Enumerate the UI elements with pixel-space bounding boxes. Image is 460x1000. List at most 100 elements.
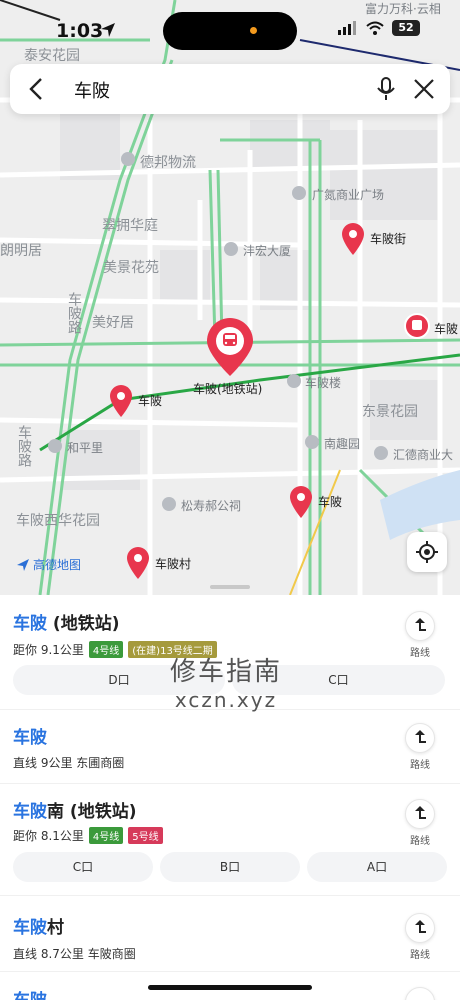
back-arrow-icon[interactable]: [24, 76, 50, 102]
route-label: 路线: [410, 836, 430, 847]
result-title[interactable]: 车陂 (地铁站): [13, 609, 119, 634]
route-button[interactable]: [402, 987, 438, 1000]
route-button[interactable]: 路线: [402, 723, 438, 771]
map-pin-icon[interactable]: [125, 546, 151, 580]
result-title-highlight: 车陂: [13, 802, 47, 822]
pin-label: 车陂: [434, 322, 459, 336]
close-icon[interactable]: [412, 76, 436, 102]
exit-button[interactable]: A口: [307, 852, 447, 882]
line-badge: 4号线: [88, 641, 124, 658]
search-query[interactable]: 车陂: [74, 77, 110, 103]
result-item[interactable]: 车陂南 (地铁站) 距你 8.1公里 4号线 5号线 C口 B口 A口 路线: [0, 783, 460, 896]
map-label: 松寿郝公祠: [181, 499, 242, 513]
result-title-highlight: 车陂: [13, 991, 47, 1000]
exit-row: C口 B口 A口: [13, 852, 447, 882]
map-pin-icon[interactable]: [340, 222, 366, 256]
result-meta: 距你 8.1公里 4号线 5号线: [13, 827, 163, 844]
result-meta: 直线 9公里 东圃商圈: [13, 754, 124, 771]
watermark-line1: 修车指南: [170, 657, 283, 687]
pin-label: 车陂(地铁站): [193, 382, 263, 396]
poi-icon: [224, 242, 238, 256]
result-distance: 直线 8.7公里 车陂商圈: [13, 947, 136, 961]
route-arrow-icon: [405, 987, 435, 1000]
map-label: 翠拥华庭: [102, 218, 158, 234]
poi-icon: [305, 435, 319, 449]
sheet-drag-handle[interactable]: [210, 585, 250, 589]
result-distance: 距你 8.1公里: [13, 829, 84, 843]
dynamic-island: [163, 12, 297, 50]
line-badge: 5号线: [128, 827, 163, 844]
metro-station-icon[interactable]: [404, 313, 430, 339]
search-bar[interactable]: 车陂: [10, 64, 450, 114]
logo-arrow-icon: [17, 558, 29, 571]
privacy-dot: [250, 27, 257, 34]
battery-icon: 52: [392, 20, 420, 36]
result-title[interactable]: 车陂: [13, 723, 47, 748]
map-label: 广氮商业广场: [312, 188, 385, 202]
result-title-rest: 南 (地铁站): [47, 802, 137, 822]
map-label: 汇德商业大: [393, 448, 454, 462]
route-arrow-icon: [405, 799, 435, 829]
status-icons: 52: [338, 20, 420, 36]
exit-button[interactable]: C口: [13, 852, 153, 882]
result-title-highlight: 车陂: [13, 614, 47, 634]
map-label: 美景花苑: [103, 260, 159, 276]
wifi-icon: [366, 21, 384, 35]
pin-label: 车陂村: [155, 557, 192, 571]
line-badge: 4号线: [88, 827, 124, 844]
result-distance: 距你 9.1公里: [13, 643, 84, 657]
watermark: 修车指南 xczn.xyz: [170, 651, 282, 712]
poi-icon: [48, 439, 62, 453]
poi-icon: [162, 497, 176, 511]
poi-icon: [287, 374, 301, 388]
result-title[interactable]: 车陂南 (地铁站): [13, 797, 136, 822]
poi-icon: [292, 186, 306, 200]
route-label: 路线: [410, 648, 430, 659]
result-item[interactable]: 车陂 直线 9公里 东圃商圈 路线: [0, 709, 460, 784]
logo-text: 高德地图: [33, 558, 82, 572]
result-distance: 直线 9公里 东圃商圈: [13, 756, 125, 770]
result-title-highlight: 车陂: [13, 728, 47, 748]
result-title-rest: (地铁站): [47, 614, 120, 634]
map-label: 沣宏大厦: [243, 244, 292, 258]
map-label: 车陂路: [16, 425, 32, 467]
poi-icon: [374, 446, 388, 460]
route-button[interactable]: 路线: [402, 913, 438, 961]
pin-label: 车陂街: [370, 232, 407, 246]
map-label: 南趣园: [324, 437, 361, 451]
result-title-highlight: 车陂: [13, 918, 47, 938]
amap-logo: 高德地图: [16, 556, 81, 573]
crosshair-icon: [416, 541, 438, 563]
exit-button[interactable]: B口: [160, 852, 300, 882]
selected-metro-pin-icon[interactable]: [205, 318, 255, 378]
poi-icon: [121, 152, 135, 166]
map-pin-icon[interactable]: [288, 485, 314, 519]
pin-label: 车陂: [318, 495, 343, 509]
map-label: 朗明居: [0, 243, 42, 259]
map-label: 美好居: [92, 315, 134, 331]
location-arrow-icon: [101, 23, 115, 37]
route-label: 路线: [410, 760, 430, 771]
locate-button[interactable]: [407, 532, 447, 572]
status-bar: 1:03 52: [0, 0, 460, 58]
route-label: 路线: [410, 950, 430, 961]
result-title[interactable]: 车陂村: [13, 913, 64, 938]
route-arrow-icon: [405, 723, 435, 753]
map-label: 东景花园: [362, 404, 418, 420]
microphone-icon[interactable]: [374, 76, 398, 102]
pin-label: 车陂: [138, 394, 163, 408]
signal-icon: [338, 21, 356, 35]
map-label: 车陂路: [66, 292, 82, 334]
map-pin-icon[interactable]: [108, 384, 134, 418]
map-label: 和平里: [67, 441, 104, 455]
watermark-line2: xczn.xyz: [174, 688, 278, 712]
route-button[interactable]: 路线: [402, 799, 438, 847]
result-item[interactable]: 车陂村 直线 8.7公里 车陂商圈 路线: [0, 895, 460, 972]
route-button[interactable]: 路线: [402, 611, 438, 659]
home-indicator[interactable]: [148, 985, 312, 990]
map-label: 车陂楼: [305, 376, 342, 390]
result-title[interactable]: 车陂: [13, 986, 47, 1000]
map-label: 德邦物流: [140, 155, 196, 171]
route-arrow-icon: [405, 611, 435, 641]
route-arrow-icon: [405, 913, 435, 943]
